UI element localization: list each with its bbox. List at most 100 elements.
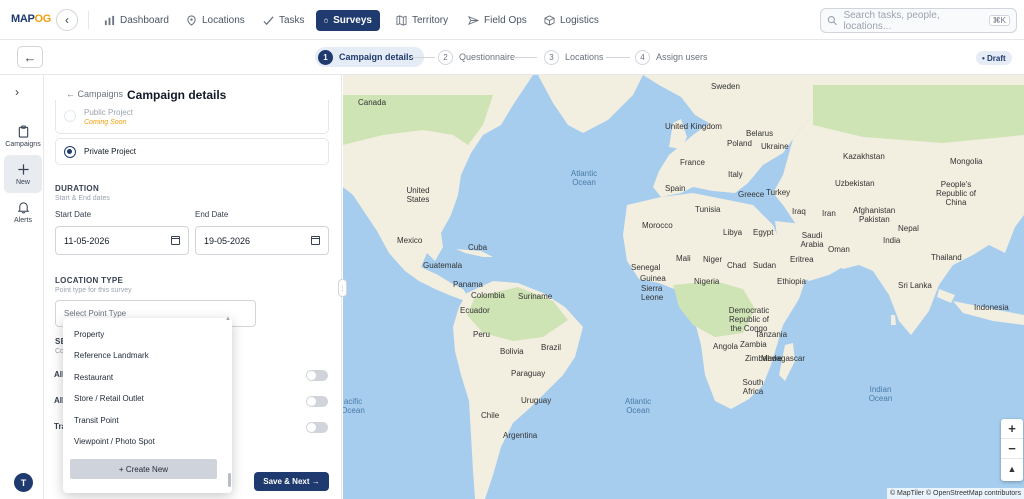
ocean-label: Atlantic Ocean <box>570 169 598 187</box>
map-label: Nigeria <box>694 277 720 286</box>
map-label: Cuba <box>468 243 488 252</box>
clipboard-icon <box>324 18 328 23</box>
step-assign-users[interactable]: 4 Assign users <box>635 47 708 67</box>
map-label: Poland <box>727 139 752 148</box>
private-project-option[interactable]: Private Project <box>55 138 329 165</box>
step-number: 3 <box>544 49 559 65</box>
user-avatar[interactable]: T <box>14 473 33 492</box>
nav-logistics[interactable]: Logistics <box>536 10 607 31</box>
setting-toggle[interactable] <box>306 370 328 381</box>
rail-campaigns[interactable]: Campaigns <box>4 117 42 155</box>
dropdown-option[interactable]: Transit Point <box>74 416 119 425</box>
map-label: Turkey <box>766 188 791 197</box>
save-next-button[interactable]: Save & Next → <box>254 472 329 491</box>
search-input[interactable]: Search tasks, people, locations... <box>843 10 982 32</box>
draft-status-badge: • Draft <box>976 51 1012 65</box>
zoom-in-button[interactable]: + <box>1001 419 1023 439</box>
scroll-up-icon[interactable]: ▲ <box>225 316 231 322</box>
global-search[interactable]: Search tasks, people, locations... ⌘K <box>820 8 1017 33</box>
map-label: Ethiopia <box>777 277 806 286</box>
map-label: Argentina <box>503 431 538 440</box>
map-label: Guatemala <box>423 261 463 270</box>
map-label: Bolivia <box>500 347 524 356</box>
rail-label: Alerts <box>14 216 32 224</box>
search-shortcut: ⌘K <box>988 15 1010 26</box>
compass-reset-button[interactable]: ▲ <box>1001 459 1023 479</box>
land-greenland <box>538 75 643 133</box>
map-label: Peru <box>473 330 490 339</box>
map-label: Sierra Leone <box>641 284 664 302</box>
create-new-button[interactable]: + Create New <box>70 459 217 479</box>
nav-locations[interactable]: Locations <box>178 10 253 31</box>
dropdown-option[interactable]: Reference Landmark <box>74 351 149 360</box>
start-date-input[interactable]: 11-05-2026 <box>55 226 189 255</box>
left-rail: › Campaigns New Alerts T <box>0 75 44 499</box>
calendar-icon[interactable] <box>311 236 320 245</box>
zoom-out-button[interactable]: − <box>1001 439 1023 459</box>
rail-new[interactable]: New <box>4 155 42 193</box>
map-label: Italy <box>728 170 743 179</box>
map-label: Belarus <box>746 129 774 138</box>
dropdown-option[interactable]: Store / Retail Outlet <box>74 394 144 403</box>
public-project-radio[interactable] <box>64 110 76 122</box>
rail-label: Campaigns <box>5 140 41 148</box>
public-project-label: Public Project <box>84 108 133 117</box>
step-connector <box>606 57 630 58</box>
map-label: South Africa <box>742 378 764 396</box>
nav-label: Locations <box>202 15 245 26</box>
map-label: Niger <box>703 255 723 264</box>
step-locations[interactable]: 3 Locations <box>544 47 604 67</box>
map-label: Libya <box>723 228 743 237</box>
rail-alerts[interactable]: Alerts <box>4 193 42 231</box>
app-logo[interactable]: MAPOG <box>11 13 51 25</box>
map-attribution[interactable]: © MapTiler © OpenStreetMap contributors <box>886 488 1024 499</box>
step-label: Locations <box>565 52 604 62</box>
map-label: Panama <box>453 280 483 289</box>
breadcrumb-campaigns[interactable]: ← Campaigns <box>66 89 123 99</box>
nav-dashboard[interactable]: Dashboard <box>96 10 177 31</box>
panel-resize-handle[interactable]: ⋮ <box>338 279 347 297</box>
ocean-label: Atlantic Ocean <box>624 397 652 415</box>
setting-toggle[interactable] <box>306 396 328 407</box>
map-label: Saudi Arabia <box>800 231 824 249</box>
dropdown-option[interactable]: Restaurant <box>74 373 113 382</box>
nav-tasks[interactable]: Tasks <box>255 10 313 31</box>
public-project-option[interactable]: Public Project Coming Soon <box>55 100 329 134</box>
dropdown-scrollbar[interactable] <box>228 473 231 487</box>
nav-back-button[interactable]: ‹ <box>56 9 78 31</box>
end-date-input[interactable]: 19-05-2026 <box>195 226 329 255</box>
nav-divider <box>88 11 89 29</box>
map-label: Egypt <box>753 228 774 237</box>
dropdown-option[interactable]: Viewpoint / Photo Spot <box>74 437 155 446</box>
map-label: Afghanistan <box>853 206 896 215</box>
world-map[interactable]: Canada Sweden United Kingdom Belarus Pol… <box>343 75 1024 499</box>
map-label: Suriname <box>518 292 553 301</box>
map-icon <box>396 15 407 26</box>
map-label: Eritrea <box>790 255 814 264</box>
step-questionnaire[interactable]: 2 Questionnaire <box>438 47 515 67</box>
map-label: Uzbekistan <box>835 179 875 188</box>
setting-toggle[interactable] <box>306 422 328 433</box>
map-label: Iraq <box>792 207 806 216</box>
calendar-icon[interactable] <box>171 236 180 245</box>
map-label: Mali <box>676 254 691 263</box>
private-project-radio[interactable] <box>64 146 76 158</box>
step-number: 2 <box>438 49 453 65</box>
expand-rail-button[interactable]: › <box>15 85 19 99</box>
nav-label: Tasks <box>279 15 305 26</box>
step-campaign-details[interactable]: 1 Campaign details <box>315 47 424 67</box>
map-label: Tanzania <box>755 330 788 339</box>
land-sri-lanka <box>891 315 896 325</box>
start-date-label: Start Date <box>55 210 92 219</box>
ocean-label: Indian Ocean <box>868 385 893 403</box>
nav-territory[interactable]: Territory <box>388 10 456 31</box>
step-label: Questionnaire <box>459 52 516 62</box>
map-label: Mexico <box>397 236 423 245</box>
wizard-back-button[interactable]: ← <box>17 46 43 68</box>
nav-label: Surveys <box>333 15 372 26</box>
dropdown-option[interactable]: Property <box>74 330 104 339</box>
nav-field-ops[interactable]: Field Ops <box>460 10 535 31</box>
nav-surveys[interactable]: Surveys <box>316 10 380 31</box>
private-project-label: Private Project <box>84 147 137 156</box>
duration-hint: Start & End dates <box>55 195 110 202</box>
